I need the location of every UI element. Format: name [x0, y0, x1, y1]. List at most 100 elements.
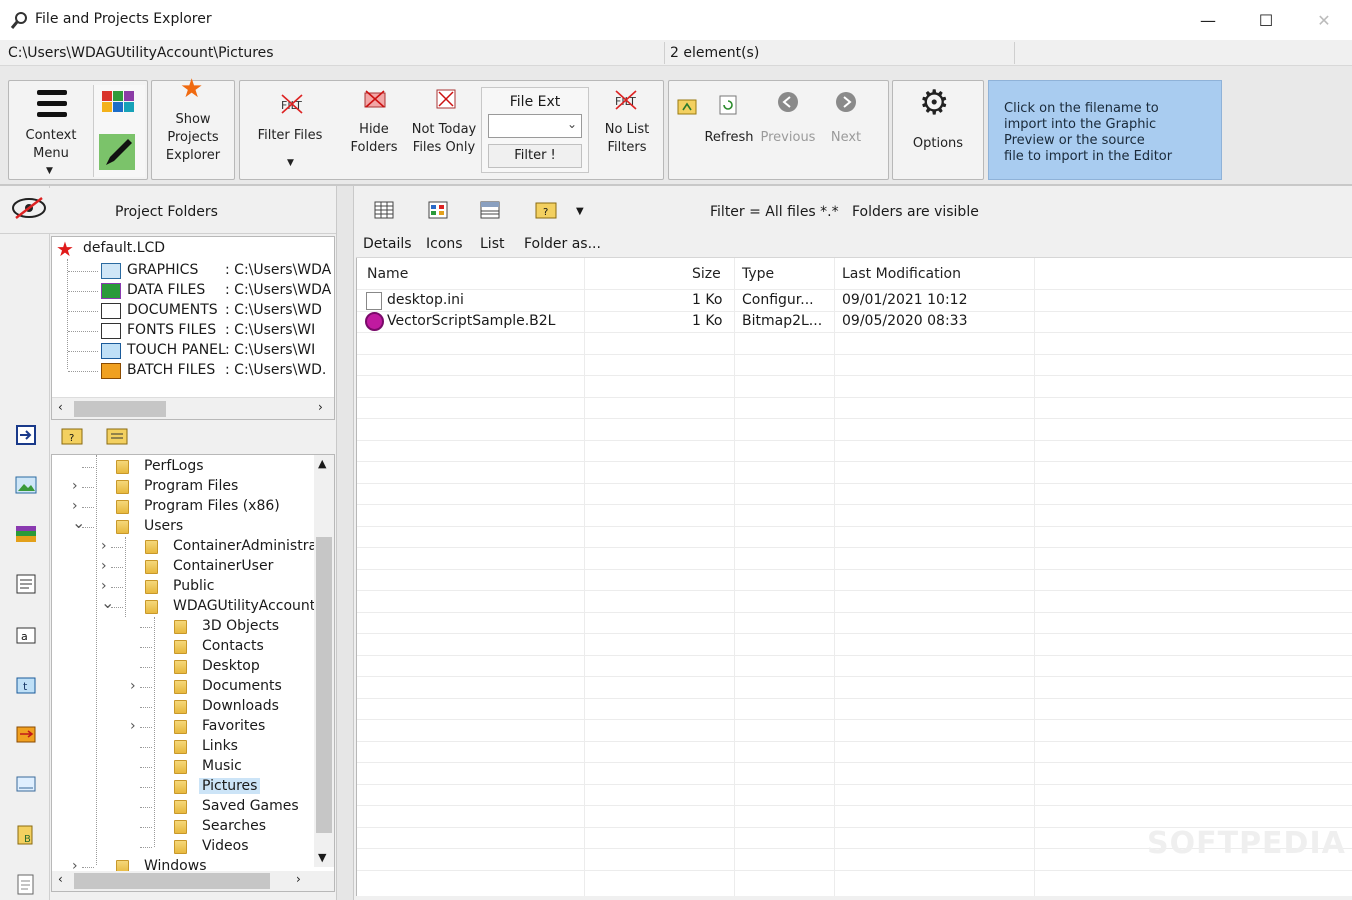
folder-item[interactable]: WDAGUtilityAccount	[170, 598, 318, 614]
scrollbar-thumb[interactable]	[316, 537, 332, 833]
folder-item[interactable]: Downloads	[199, 698, 282, 714]
refresh-button[interactable]: Refresh	[699, 81, 759, 179]
tree-line	[96, 455, 97, 865]
fonts-category-icon[interactable]: a	[15, 624, 37, 644]
tab-details[interactable]: Details	[363, 236, 412, 252]
folder-item[interactable]: Favorites	[199, 718, 268, 734]
vertical-scrollbar[interactable]: ▲ ▼	[314, 455, 334, 867]
folder-up-level-icon[interactable]	[106, 426, 128, 446]
folder-item[interactable]: Desktop	[199, 658, 263, 674]
tab-icons[interactable]: Icons	[426, 236, 463, 252]
documents-category-icon[interactable]	[15, 574, 37, 594]
folder-item[interactable]: Videos	[199, 838, 252, 854]
column-header-type[interactable]: Type	[742, 266, 774, 282]
collapse-chevron-icon[interactable]: ⌄	[72, 513, 85, 532]
graphics-category-icon[interactable]	[15, 475, 37, 495]
close-button[interactable]: ✕	[1295, 0, 1352, 40]
file-row[interactable]: VectorScriptSample.B2L 1 Ko Bitmap2L... 09/…	[357, 312, 1352, 333]
minimize-button[interactable]: —	[1179, 0, 1237, 40]
filter-apply-button[interactable]: Filter !	[488, 144, 582, 168]
dropdown-arrow-icon[interactable]: ▼	[576, 206, 584, 217]
import-icon[interactable]	[15, 424, 37, 446]
scroll-left-icon[interactable]: ‹	[58, 400, 63, 414]
scroll-right-icon[interactable]: ›	[296, 872, 301, 886]
horizontal-scrollbar[interactable]: ‹ ›	[52, 871, 334, 891]
folder-item-selected[interactable]: Pictures	[199, 778, 261, 794]
column-header-modified[interactable]: Last Modification	[842, 266, 961, 282]
folder-item[interactable]: Program Files (x86)	[141, 498, 283, 514]
batch-files-category-icon[interactable]	[15, 724, 37, 744]
details-view-icon[interactable]	[374, 201, 394, 219]
context-menu-button[interactable]: Context Menu ▼	[9, 81, 93, 179]
show-projects-explorer-button[interactable]: ★ Show Projects Explorer	[152, 76, 234, 179]
horizontal-scrollbar[interactable]: ‹ ›	[52, 397, 334, 419]
folder-item[interactable]: ContainerUser	[170, 558, 276, 574]
icons-view-icon[interactable]	[428, 201, 448, 219]
column-header-name[interactable]: Name	[367, 266, 408, 282]
project-item-name[interactable]: GRAPHICS	[127, 262, 198, 278]
folder-item[interactable]: Users	[141, 518, 186, 534]
folder-item[interactable]: Program Files	[141, 478, 241, 494]
expand-chevron-icon[interactable]: ›	[72, 478, 78, 494]
previous-button[interactable]: Previous	[759, 81, 817, 179]
file-ext-select[interactable]: ⌄	[488, 114, 582, 138]
tab-folder-as[interactable]: Folder as...	[524, 236, 601, 252]
folder-item[interactable]: Links	[199, 738, 241, 754]
next-button[interactable]: Next	[817, 81, 875, 179]
project-item-name[interactable]: TOUCH PANEL	[127, 342, 226, 358]
file-row[interactable]: desktop.ini 1 Ko Configur... 09/01/2021 10:…	[357, 291, 1352, 312]
folder-item[interactable]: Documents	[199, 678, 285, 694]
scrollbar-thumb[interactable]	[74, 873, 270, 889]
scrollbar-thumb[interactable]	[74, 401, 166, 417]
tab-list[interactable]: List	[480, 236, 504, 252]
folder-item[interactable]: Contacts	[199, 638, 267, 654]
new-folder-icon[interactable]: ?	[61, 426, 83, 446]
file-modified: 09/01/2021 10:12	[842, 292, 968, 308]
no-list-filters-button[interactable]: FILT No List Filters	[592, 81, 662, 179]
show-projects-label-1: Show	[175, 112, 211, 127]
folder-item[interactable]: PerfLogs	[141, 458, 207, 474]
hide-folders-label-2: Folders	[350, 140, 398, 155]
filter-files-button[interactable]: FILT Filter Files ▼	[242, 81, 338, 179]
folder-item[interactable]: ContainerAdministra	[170, 538, 320, 554]
folder-item[interactable]: Searches	[199, 818, 269, 834]
project-root[interactable]: default.LCD	[83, 240, 165, 256]
expand-chevron-icon[interactable]: ›	[101, 558, 107, 574]
expand-chevron-icon[interactable]: ›	[72, 498, 78, 514]
options-button[interactable]: ⚙ Options	[893, 81, 983, 179]
folder-up-icon[interactable]	[677, 97, 697, 115]
expand-chevron-icon[interactable]: ›	[130, 678, 136, 694]
text-file-category-icon[interactable]	[15, 874, 37, 896]
expand-chevron-icon[interactable]: ›	[101, 578, 107, 594]
project-item-name[interactable]: BATCH FILES	[127, 362, 215, 378]
scroll-down-icon[interactable]: ▼	[318, 851, 326, 864]
folder-item[interactable]: Music	[199, 758, 245, 774]
expand-chevron-icon[interactable]: ›	[101, 538, 107, 554]
preview-category-icon[interactable]	[15, 774, 37, 794]
filter-files-label: Filter Files	[257, 128, 323, 143]
folder-item[interactable]: Public	[170, 578, 217, 594]
maximize-button[interactable]: ☐	[1237, 0, 1295, 40]
script-category-icon[interactable]: B	[15, 824, 37, 846]
scroll-left-icon[interactable]: ‹	[58, 872, 63, 886]
list-view-icon[interactable]	[480, 201, 500, 219]
eye-hidden-icon[interactable]	[10, 194, 48, 222]
graphics-tools-button[interactable]	[93, 85, 145, 177]
column-header-size[interactable]: Size	[692, 266, 721, 282]
scroll-up-icon[interactable]: ▲	[318, 457, 326, 470]
panel-splitter[interactable]	[336, 186, 354, 900]
project-item-name[interactable]: FONTS FILES	[127, 322, 216, 338]
hide-folders-button[interactable]: Hide Folders	[340, 81, 408, 179]
expand-chevron-icon[interactable]: ›	[130, 718, 136, 734]
data-files-category-icon[interactable]	[15, 524, 37, 544]
not-today-files-button[interactable]: Not Today Files Only	[408, 81, 480, 179]
project-item-name[interactable]: DATA FILES	[127, 282, 205, 298]
grid-line	[357, 482, 1352, 484]
folder-item[interactable]: 3D Objects	[199, 618, 282, 634]
folder-item[interactable]: Saved Games	[199, 798, 302, 814]
project-item-name[interactable]: DOCUMENTS	[127, 302, 218, 318]
scroll-right-icon[interactable]: ›	[318, 400, 323, 414]
folder-as-icon[interactable]: ?	[535, 200, 557, 220]
touch-panel-category-icon[interactable]: t	[15, 674, 37, 694]
collapse-chevron-icon[interactable]: ⌄	[101, 593, 114, 612]
